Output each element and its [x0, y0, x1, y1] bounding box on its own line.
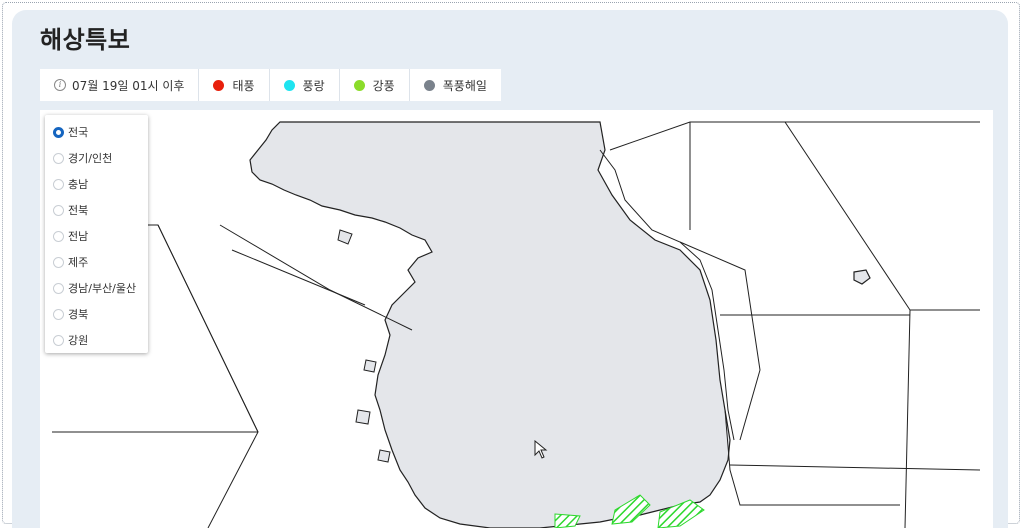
radio-checked-icon[interactable]	[53, 126, 64, 138]
radio-icon[interactable]	[53, 282, 64, 294]
region-option-gyeonggi-incheon[interactable]: 경기/인천	[45, 145, 148, 171]
storm-surge-dot-icon	[423, 79, 435, 91]
west-islands	[337, 229, 391, 463]
region-label: 강원	[68, 334, 89, 347]
legend-high-seas-label: 풍랑	[302, 78, 325, 93]
region-label: 경기/인천	[68, 152, 113, 165]
region-option-gyeongnam-busan-ulsan[interactable]: 경남/부산/울산	[45, 275, 148, 301]
issued-time-text: 07월 19일 01시 이후	[72, 78, 185, 93]
map-svg	[52, 121, 981, 528]
region-option-jeonnam[interactable]: 전남	[45, 223, 148, 249]
region-label: 충남	[68, 178, 89, 191]
info-icon: i	[54, 79, 66, 91]
radio-icon[interactable]	[53, 256, 64, 268]
region-option-jeonbuk[interactable]: 전북	[45, 197, 148, 223]
radio-icon[interactable]	[53, 152, 64, 164]
legend-high-seas: 풍랑	[269, 69, 339, 101]
region-option-gyeongbuk[interactable]: 경북	[45, 301, 148, 327]
region-option-chungnam[interactable]: 충남	[45, 171, 148, 197]
legend-typhoon: 태풍	[199, 69, 269, 101]
legend-storm-surge-label: 폭풍해일	[442, 78, 487, 93]
region-label: 경북	[68, 308, 89, 321]
region-label: 제주	[68, 256, 89, 269]
region-label: 전국	[68, 126, 89, 139]
land-mass	[249, 121, 731, 528]
mouse-cursor-icon	[534, 440, 548, 459]
typhoon-dot-icon	[213, 79, 225, 91]
issued-time: i 07월 19일 01시 이후	[40, 69, 199, 101]
radio-icon[interactable]	[53, 178, 64, 190]
region-label: 전북	[68, 204, 89, 217]
region-label: 전남	[68, 230, 89, 243]
radio-icon[interactable]	[53, 204, 64, 216]
high-seas-dot-icon	[283, 79, 295, 91]
legend-typhoon-label: 태풍	[232, 78, 255, 93]
region-selector: 전국 경기/인천 충남 전북 전남 제주 경남/부산/울산 경북 강원	[45, 115, 148, 353]
region-option-jeju[interactable]: 제주	[45, 249, 148, 275]
strong-wind-dot-icon	[353, 79, 365, 91]
region-label: 경남/부산/울산	[68, 282, 137, 295]
legend-strong-wind: 강풍	[339, 69, 409, 101]
ulleungdo	[853, 269, 871, 285]
radio-icon[interactable]	[53, 308, 64, 320]
strong-wind-zone	[554, 513, 581, 528]
region-option-gangwon[interactable]: 강원	[45, 327, 148, 353]
warning-legend: i 07월 19일 01시 이후 태풍 풍랑 강풍 폭풍해일	[40, 69, 501, 101]
legend-strong-wind-label: 강풍	[372, 78, 395, 93]
radio-icon[interactable]	[53, 230, 64, 242]
page-title: 해상특보	[40, 26, 131, 54]
marine-warning-map[interactable]	[40, 110, 993, 528]
region-option-nationwide[interactable]: 전국	[45, 119, 148, 145]
legend-storm-surge: 폭풍해일	[409, 69, 501, 101]
radio-icon[interactable]	[53, 334, 64, 346]
